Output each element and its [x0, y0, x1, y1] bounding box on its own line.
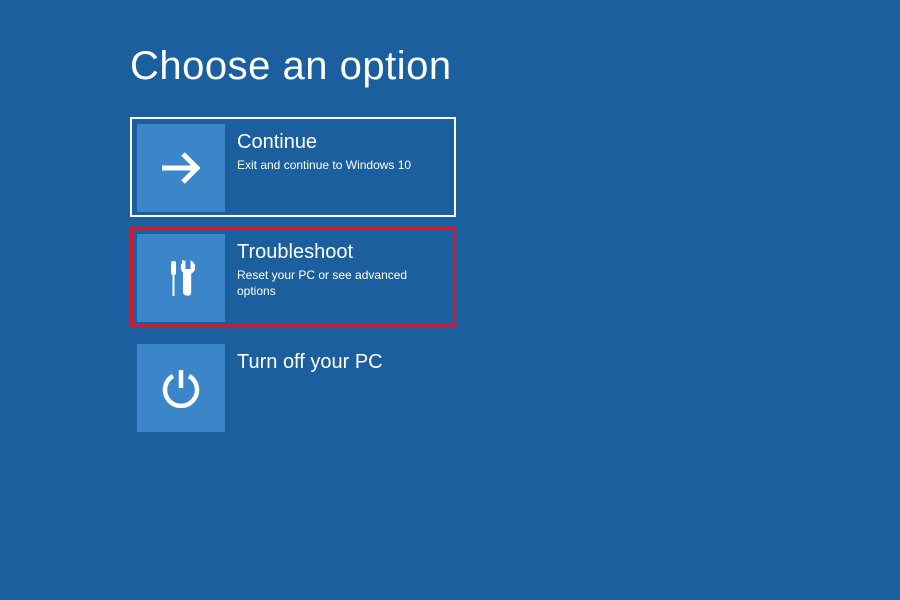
troubleshoot-title: Troubleshoot	[237, 240, 449, 264]
arrow-right-icon	[137, 124, 225, 212]
turn-off-option[interactable]: Turn off your PC	[130, 337, 456, 437]
continue-text: Continue Exit and continue to Windows 10	[225, 124, 411, 174]
power-icon	[137, 344, 225, 432]
tools-icon	[137, 234, 225, 322]
continue-title: Continue	[237, 130, 411, 154]
turn-off-title: Turn off your PC	[237, 350, 383, 374]
continue-option[interactable]: Continue Exit and continue to Windows 10	[130, 117, 456, 217]
turn-off-text: Turn off your PC	[225, 344, 383, 374]
troubleshoot-desc: Reset your PC or see advanced options	[237, 268, 449, 299]
troubleshoot-text: Troubleshoot Reset your PC or see advanc…	[225, 234, 449, 299]
continue-desc: Exit and continue to Windows 10	[237, 158, 411, 174]
page-title: Choose an option	[130, 44, 900, 89]
troubleshoot-option[interactable]: Troubleshoot Reset your PC or see advanc…	[130, 227, 456, 327]
recovery-menu: Choose an option Continue Exit and conti…	[0, 0, 900, 437]
options-list: Continue Exit and continue to Windows 10	[130, 117, 900, 437]
